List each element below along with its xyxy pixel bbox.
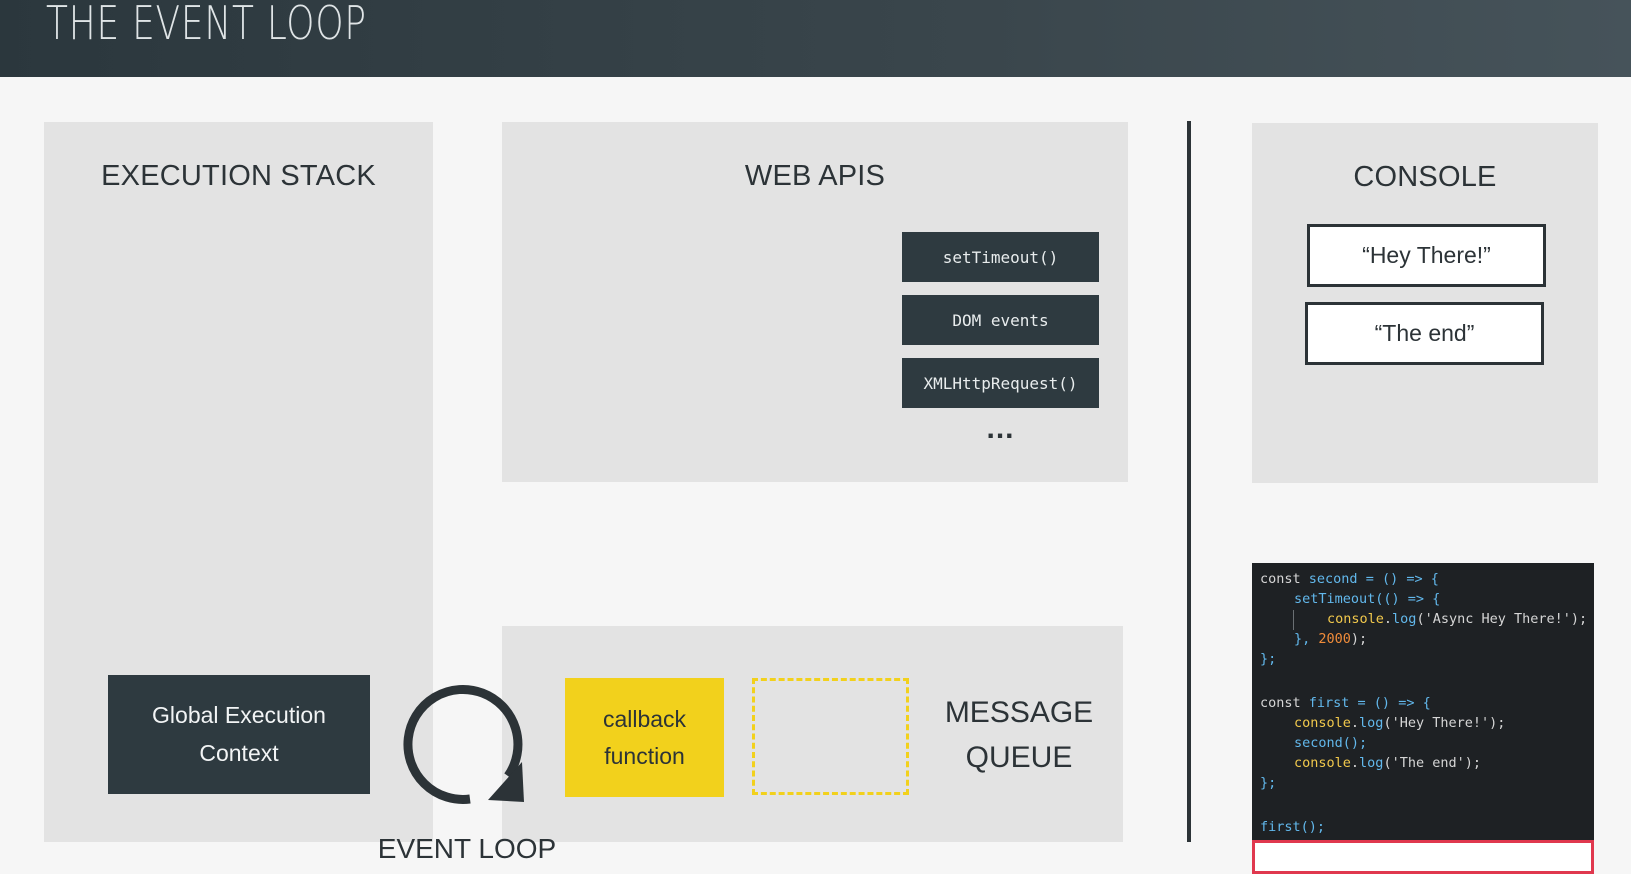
message-queue-title: MESSAGE QUEUE [928, 690, 1110, 780]
callback-label-line1: callback [602, 705, 687, 732]
gec-label-line2: Context [199, 739, 279, 766]
code-line-7: const first = () => { [1260, 695, 1431, 711]
event-loop-arc [403, 685, 523, 804]
code-line-10: console.log('The end'); [1294, 755, 1481, 771]
callback-function-box: callback function [565, 678, 724, 797]
event-loop-arrowhead-icon [488, 762, 524, 802]
console-title: CONSOLE [1353, 161, 1497, 193]
code-line-1: const second = () => { [1260, 571, 1439, 587]
empty-queue-slot [752, 678, 909, 795]
code-panel: const second = () => { setTimeout(() => … [1252, 563, 1594, 874]
indent-guide [1293, 610, 1294, 630]
code-line-11: }; [1260, 775, 1277, 791]
code-line-3: console.log('Async Hey There!'); [1327, 611, 1588, 627]
api-ellipsis: ... [986, 412, 1015, 445]
api-settimeout: setTimeout() [902, 232, 1099, 282]
global-execution-context-box: Global Execution Context [108, 675, 370, 794]
gec-label-line1: Global Execution [152, 701, 326, 728]
page-title: THE EVENT LOOP [46, 0, 367, 50]
header: THE EVENT LOOP [0, 0, 1631, 77]
code-line-4: }, 2000); [1294, 631, 1368, 647]
message-queue-title-line1: MESSAGE [944, 696, 1094, 729]
code-line-5: }; [1260, 651, 1277, 667]
divider [1187, 121, 1191, 842]
event-loop-icon [403, 685, 524, 804]
web-apis-title: WEB APIS [744, 160, 886, 192]
execution-stack-title: EXECUTION STACK [101, 160, 376, 192]
code-line-8: console.log('Hey There!'); [1294, 715, 1506, 731]
event-loop-label: EVENT LOOP [377, 833, 557, 864]
code-line-13: first(); [1260, 819, 1326, 835]
console-output-1: “Hey There!” [1307, 224, 1546, 287]
api-xmlhttprequest: XMLHttpRequest() [902, 358, 1099, 408]
console-output-2: “The end” [1305, 302, 1544, 365]
code-line-9: second(); [1294, 735, 1368, 751]
current-line-highlight [1252, 840, 1594, 874]
callback-label-line2: function [604, 742, 685, 769]
code-line-2: setTimeout(() => { [1294, 591, 1441, 607]
message-queue-title-line2: QUEUE [965, 741, 1073, 774]
api-dom-events: DOM events [902, 295, 1099, 345]
